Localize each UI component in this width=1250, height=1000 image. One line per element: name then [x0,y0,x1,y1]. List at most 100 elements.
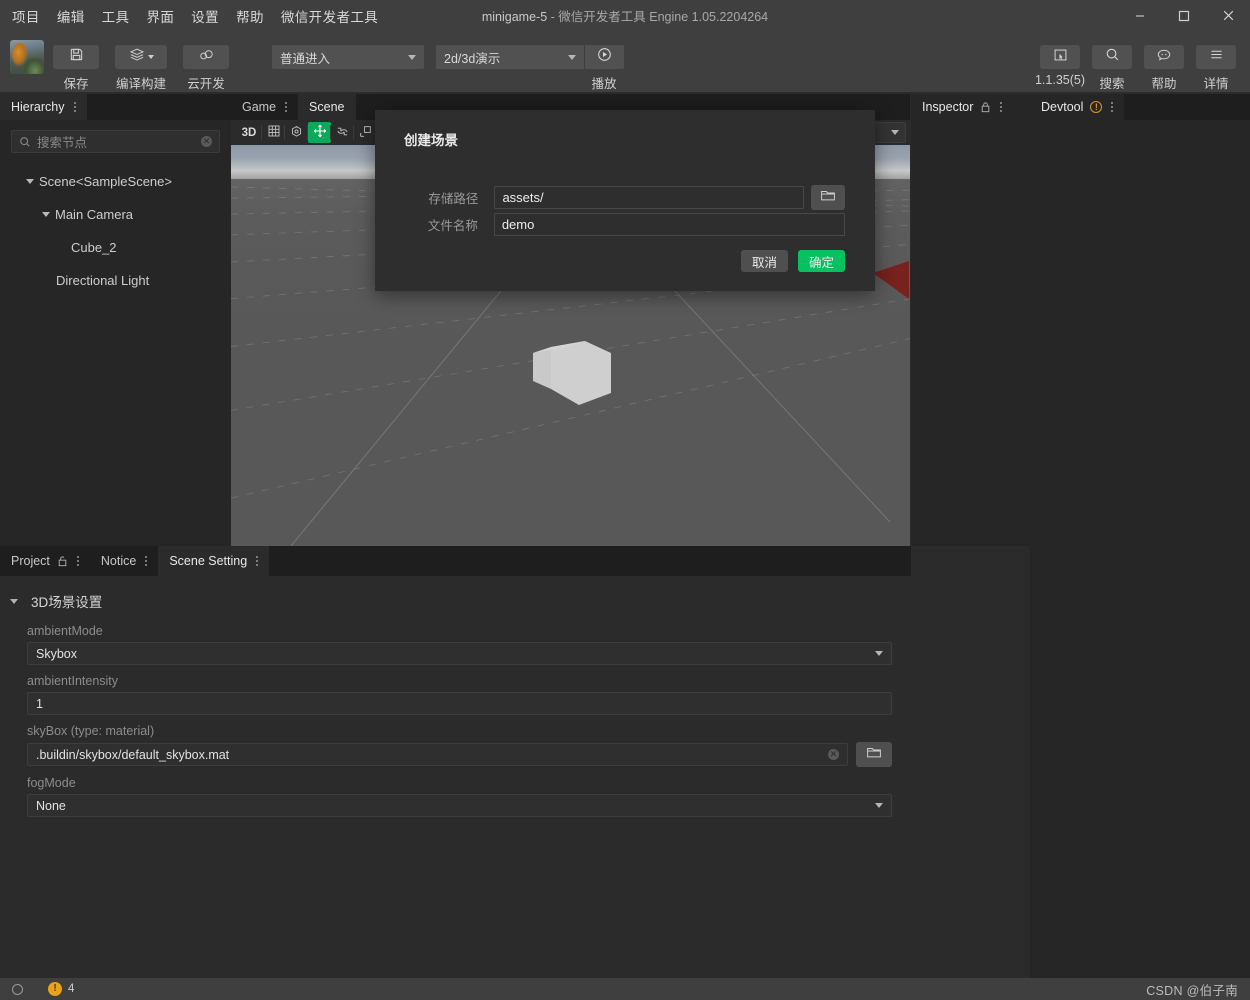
tab-hierarchy[interactable]: Hierarchy [0,94,87,120]
property-label-ambientmode: ambientMode [27,624,103,638]
property-row-fogmode: None [27,794,892,817]
more-options-icon[interactable] [1111,102,1114,112]
detail-group: 详情 [1192,35,1240,92]
close-button[interactable] [1206,0,1250,31]
window-title-engine: Engine 1.05.2204264 [649,10,769,24]
browse-skybox-button[interactable] [856,742,892,767]
menu-item-help[interactable]: 帮助 [236,6,264,26]
detail-button[interactable] [1196,45,1236,69]
minimize-button[interactable] [1118,0,1162,31]
storage-path-input[interactable]: assets/ [494,186,804,209]
minimize-icon [1134,10,1146,22]
help-label: 帮助 [1151,77,1177,91]
dialog-row-path: 存储路径 assets/ [375,185,845,210]
menu-item-tools[interactable]: 工具 [102,6,130,26]
tab-game[interactable]: Game [231,94,299,120]
cancel-button[interactable]: 取消 [740,250,788,272]
help-button[interactable] [1144,45,1184,69]
help-group: 帮助 [1140,35,1188,92]
scale-tool-button[interactable] [353,122,377,143]
cloud-group: 云开发 [183,35,229,92]
pivot-toggle-button[interactable] [284,122,308,143]
play-button[interactable] [584,45,624,69]
chevron-down-icon[interactable] [40,212,52,217]
ambientmode-select[interactable]: Skybox [27,642,892,665]
menu-item-devtools[interactable]: 微信开发者工具 [281,6,378,26]
section-title: 3D场景设置 [31,595,103,610]
rotate-tool-button[interactable] [330,122,354,143]
tree-item-cube-2[interactable]: Cube_2 [0,231,231,264]
more-options-icon[interactable] [285,102,288,112]
browse-path-button[interactable] [810,185,845,210]
project-avatar[interactable] [10,40,44,74]
clear-search-icon[interactable]: ✕ [201,136,212,147]
layers-icon [129,47,145,67]
hierarchy-panel: Hierarchy 搜索节点 ✕ Scene<SampleScene> Main… [0,94,231,546]
toolbar-left-group: 保存 编译构建 云开发 [10,35,229,92]
chevron-down-icon [147,55,154,59]
property-label-ambientintensity: ambientIntensity [27,674,119,688]
status-ring-icon[interactable] [12,983,23,995]
demo-select-value: 2d/3d演示 [444,51,501,66]
search-icon [1105,47,1120,67]
maximize-button[interactable] [1162,0,1206,31]
tab-project-label: Project [11,554,50,568]
demo-select[interactable]: 2d/3d演示 [436,45,584,69]
chevron-down-icon[interactable] [24,179,36,184]
tree-item-label: Directional Light [56,273,150,288]
menu-item-project[interactable]: 项目 [12,6,40,26]
detail-label: 详情 [1203,77,1229,91]
more-options-icon[interactable] [1000,102,1003,112]
tab-notice[interactable]: Notice [89,546,159,576]
fogmode-value: None [36,798,66,813]
more-options-icon[interactable] [145,556,148,566]
confirm-button[interactable]: 确定 [797,250,845,272]
tab-scene[interactable]: Scene [298,94,356,120]
menu-item-ui[interactable]: 界面 [146,6,174,26]
section-3d-scene-settings[interactable]: 3D场景设置 [0,590,911,612]
build-label: 编译构建 [115,77,166,91]
tab-project[interactable]: Project [0,546,90,576]
enter-mode-select[interactable]: 普通进入 [272,45,424,69]
search-input[interactable]: 搜索节点 ✕ [11,130,220,153]
lock-icon[interactable] [980,101,991,113]
cube-object[interactable] [523,331,613,411]
save-button[interactable] [53,45,99,69]
chevron-down-icon[interactable] [8,598,20,604]
grid-toggle-button[interactable] [261,122,285,143]
dialog-title: 创建场景 [404,133,458,148]
scene-setting-body: 3D场景设置 ambientMode Skybox ambientIntensi… [0,576,911,978]
tree-item-main-camera[interactable]: Main Camera [0,198,231,231]
file-name-input[interactable]: demo [493,213,845,236]
more-options-icon[interactable] [256,556,259,566]
search-button[interactable] [1092,45,1132,69]
tab-devtool[interactable]: Devtool ! [1030,94,1125,120]
chevron-down-icon [891,130,899,135]
tab-game-label: Game [242,100,277,114]
window-controls [1118,0,1250,31]
cloud-icon [198,48,215,67]
tree-item-directional-light[interactable]: Directional Light [0,264,231,297]
clear-asset-icon[interactable]: ✕ [828,749,839,760]
tab-scene-setting[interactable]: Scene Setting [158,546,270,576]
build-button[interactable] [115,45,167,69]
menu-item-settings[interactable]: 设置 [191,6,219,26]
unlock-icon[interactable] [57,555,68,567]
more-options-icon[interactable] [73,102,76,112]
toggle-3d-button[interactable]: 3D [236,122,262,143]
version-button[interactable] [1040,45,1080,69]
inspector-panel: Inspector [911,94,1030,546]
ambientintensity-input[interactable]: 1 [27,692,892,715]
skybox-asset-input[interactable]: .buildin/skybox/default_skybox.mat ✕ [27,743,848,766]
more-options-icon[interactable] [76,556,79,566]
warning-status-group[interactable]: ! 4 [48,982,74,996]
play-label: 播放 [591,77,617,91]
tree-item-scene[interactable]: Scene<SampleScene> [0,165,231,198]
chevron-down-icon [568,54,576,60]
move-tool-button[interactable] [307,122,331,143]
warning-circle-icon: ! [1090,101,1103,113]
menu-item-edit[interactable]: 编辑 [57,6,85,26]
fogmode-select[interactable]: None [27,794,892,817]
cloud-dev-button[interactable] [183,45,229,69]
tab-inspector[interactable]: Inspector [911,94,1014,120]
